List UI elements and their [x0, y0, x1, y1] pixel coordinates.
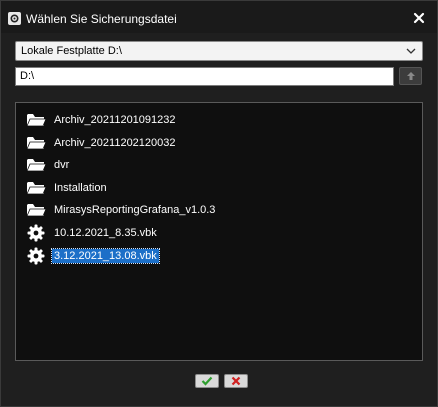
- ok-button[interactable]: [195, 374, 219, 388]
- close-icon: [231, 376, 241, 386]
- list-item-label: Installation: [54, 182, 107, 194]
- folder-icon: [26, 155, 46, 175]
- folder-icon: [26, 200, 46, 220]
- backup-file-dialog: Wählen Sie Sicherungsdatei Lokale Festpl…: [0, 0, 438, 407]
- list-item-selected[interactable]: 3.12.2021_13.08.vbk: [26, 245, 160, 267]
- folder-icon: [26, 133, 46, 153]
- close-icon: [413, 12, 425, 24]
- gear-icon: [26, 223, 46, 243]
- title-bar: Wählen Sie Sicherungsdatei: [1, 1, 437, 33]
- list-item[interactable]: dvr: [26, 154, 71, 176]
- list-item-label: dvr: [54, 159, 70, 171]
- chevron-down-icon: [406, 48, 416, 54]
- gear-icon: [26, 246, 46, 266]
- list-item-label: Archiv_20211201091232: [54, 114, 176, 126]
- list-item[interactable]: Installation: [26, 177, 109, 199]
- drive-select[interactable]: Lokale Festplatte D:\: [15, 41, 423, 61]
- checkmark-icon: [201, 376, 213, 386]
- list-item[interactable]: Archiv_20211202120032: [26, 132, 178, 154]
- list-item[interactable]: Archiv_20211201091232: [26, 109, 178, 131]
- dialog-title: Wählen Sie Sicherungsdatei: [26, 12, 177, 26]
- arrow-up-icon: [406, 72, 415, 80]
- list-item-label: 10.12.2021_8.35.vbk: [54, 227, 157, 239]
- list-item-label: 3.12.2021_13.08.vbk: [51, 248, 160, 264]
- list-item[interactable]: MirasysReportingGrafana_v1.0.3: [26, 199, 217, 221]
- list-item-label: MirasysReportingGrafana_v1.0.3: [54, 204, 216, 216]
- folder-icon: [26, 178, 46, 198]
- cancel-button[interactable]: [224, 374, 248, 388]
- path-input[interactable]: D:\: [15, 67, 394, 86]
- list-item-label: Archiv_20211202120032: [54, 137, 176, 149]
- drive-select-value: Lokale Festplatte D:\: [21, 45, 122, 57]
- file-list[interactable]: Archiv_20211201091232 Archiv_20211202120…: [15, 102, 423, 361]
- folder-icon: [26, 110, 46, 130]
- close-button[interactable]: [411, 10, 427, 26]
- up-directory-button[interactable]: [399, 67, 422, 85]
- gear-icon: [8, 12, 21, 25]
- list-item[interactable]: 10.12.2021_8.35.vbk: [26, 222, 159, 244]
